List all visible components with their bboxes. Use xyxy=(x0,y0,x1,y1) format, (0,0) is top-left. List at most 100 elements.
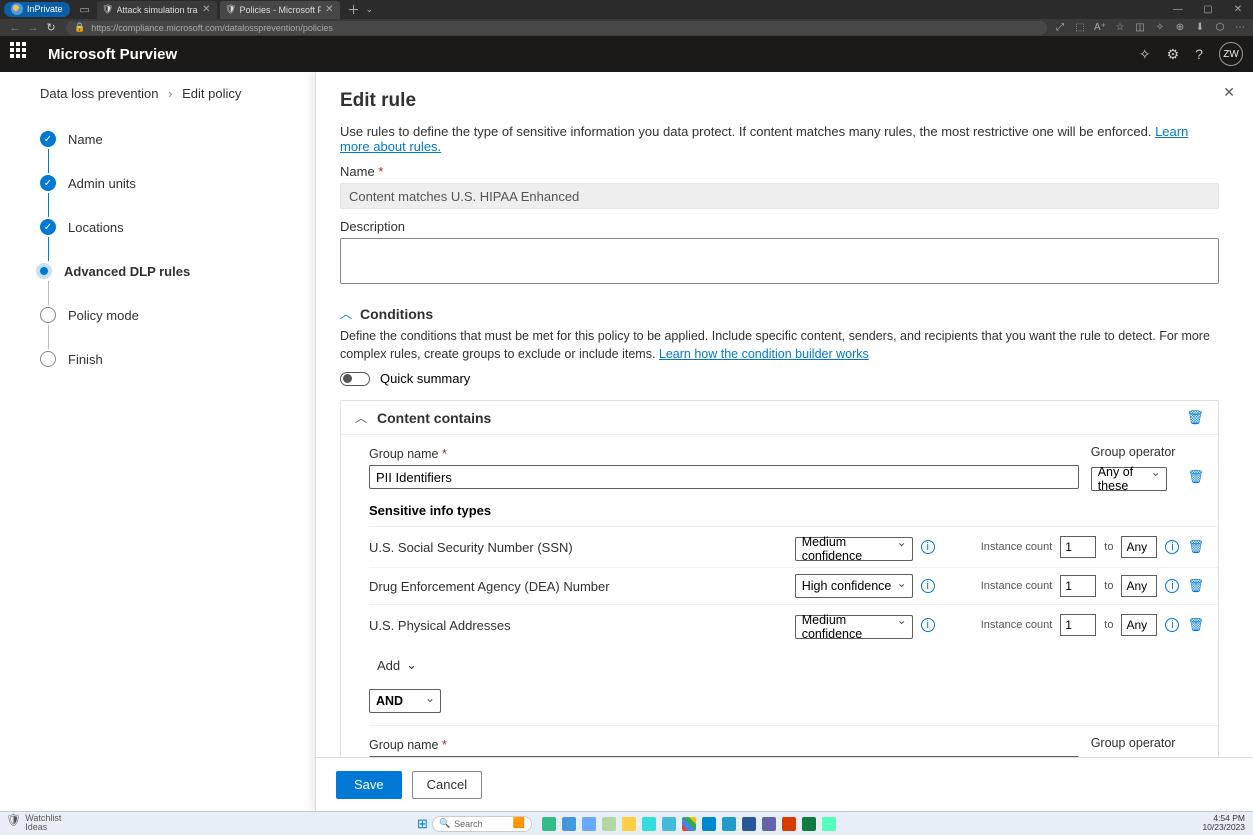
save-button[interactable]: Save xyxy=(336,771,402,799)
reload-button[interactable]: ↻ xyxy=(42,21,60,34)
delete-sit-icon[interactable]: 🗑 xyxy=(1187,578,1204,594)
app-icon[interactable] xyxy=(822,817,836,831)
suite-title: Microsoft Purview xyxy=(48,46,177,63)
tracking-icon[interactable]: ⬚ xyxy=(1073,22,1087,33)
app-icon[interactable] xyxy=(782,817,796,831)
app-icon[interactable] xyxy=(742,817,756,831)
more-icon[interactable]: ⋯ xyxy=(1233,22,1247,33)
tab-overflow-icon[interactable]: ⌄ xyxy=(366,4,374,15)
delete-condition-icon[interactable]: 🗑 xyxy=(1186,409,1204,426)
group-operator-select[interactable]: Any of these xyxy=(1091,467,1167,491)
wizard-step-finish[interactable]: Finish xyxy=(40,349,291,369)
taskbar-widget[interactable]: 🛡 Watchlist Ideas xyxy=(6,814,61,832)
profile-dot-icon xyxy=(11,3,23,15)
favorite-icon[interactable]: ☆ xyxy=(1113,22,1127,33)
tab-actions-icon[interactable]: ▭ xyxy=(76,3,94,16)
delete-group-icon[interactable]: 🗑 xyxy=(1187,469,1204,485)
group-operator-label: Group operator xyxy=(1091,445,1176,459)
browser-tab[interactable]: 🛡 Attack simulation training - Mic ✕ xyxy=(97,1,217,19)
app-icon[interactable] xyxy=(722,817,736,831)
app-icon[interactable] xyxy=(802,817,816,831)
instance-count-label: Instance count xyxy=(981,619,1053,631)
info-icon[interactable]: i xyxy=(921,579,935,593)
instance-max-input[interactable] xyxy=(1121,575,1157,597)
split-icon[interactable]: ◫ xyxy=(1133,22,1147,33)
group-join-select[interactable]: AND xyxy=(369,689,441,713)
info-icon[interactable]: i xyxy=(921,540,935,554)
breadcrumb-root[interactable]: Data loss prevention xyxy=(40,86,159,101)
tab-close-icon[interactable]: ✕ xyxy=(325,4,333,15)
app-icon[interactable] xyxy=(542,817,556,831)
info-icon[interactable]: i xyxy=(921,618,935,632)
window-close-button[interactable]: ✕ xyxy=(1223,1,1253,19)
info-icon[interactable]: i xyxy=(1165,618,1179,632)
address-bar[interactable]: 🔒 https://compliance.microsoft.com/datal… xyxy=(66,21,1047,35)
instance-max-input[interactable] xyxy=(1121,536,1157,558)
sensitive-info-types-header: Sensitive info types xyxy=(369,495,1218,526)
inprivate-label: InPrivate xyxy=(27,4,63,14)
app-icon[interactable] xyxy=(642,817,656,831)
start-button[interactable]: ⊞ xyxy=(417,816,428,832)
tab-close-icon[interactable]: ✕ xyxy=(202,4,210,15)
cancel-button[interactable]: Cancel xyxy=(412,771,482,799)
app-icon[interactable] xyxy=(702,817,716,831)
collections-icon[interactable]: ⊕ xyxy=(1173,22,1187,33)
wizard-step-admin-units[interactable]: ✓ Admin units xyxy=(40,173,291,193)
quick-summary-toggle[interactable] xyxy=(340,372,370,386)
info-icon[interactable]: i xyxy=(1165,579,1179,593)
wizard-step-policy-mode[interactable]: Policy mode xyxy=(40,305,291,325)
app-icon[interactable] xyxy=(622,817,636,831)
confidence-select[interactable]: Medium confidence xyxy=(795,537,913,561)
tab-favicon-icon: 🛡 xyxy=(226,5,236,15)
window-minimize-button[interactable]: ― xyxy=(1163,1,1193,19)
app-icon[interactable] xyxy=(562,817,576,831)
new-tab-button[interactable]: ＋ xyxy=(348,1,360,18)
wizard-step-name[interactable]: ✓ Name xyxy=(40,129,291,149)
app-icon[interactable] xyxy=(682,817,696,831)
app-launcher-icon[interactable] xyxy=(10,42,34,66)
instance-min-input[interactable] xyxy=(1060,614,1096,636)
content-contains-block: ︿ Content contains 🗑 Group name * xyxy=(340,400,1219,757)
confidence-select[interactable]: Medium confidence xyxy=(795,615,913,639)
instance-max-input[interactable] xyxy=(1121,614,1157,636)
settings-gear-icon[interactable]: ⚙ xyxy=(1167,46,1180,63)
zoom-icon[interactable]: ⤢ xyxy=(1053,22,1067,33)
taskbar-clock[interactable]: 4:54 PM 10/23/2023 xyxy=(1202,814,1245,833)
panel-close-button[interactable]: ✕ xyxy=(1223,84,1235,101)
wizard-step-locations[interactable]: ✓ Locations xyxy=(40,217,291,237)
instance-count-label: Instance count xyxy=(981,580,1053,592)
delete-sit-icon[interactable]: 🗑 xyxy=(1187,539,1204,555)
taskbar-search[interactable]: 🔍 Search 🟧 xyxy=(432,816,532,832)
group-name-input[interactable] xyxy=(369,465,1079,489)
delete-sit-icon[interactable]: 🗑 xyxy=(1187,617,1204,633)
conditions-header[interactable]: ︿ Conditions xyxy=(340,305,1219,322)
browser-tab[interactable]: 🛡 Policies - Microsoft Purview ✕ xyxy=(220,1,340,19)
info-icon[interactable]: i xyxy=(1165,540,1179,554)
rule-description-field[interactable] xyxy=(340,238,1219,284)
chevron-up-icon[interactable]: ︿ xyxy=(340,305,352,322)
help-icon[interactable]: ? xyxy=(1195,46,1203,62)
app-icon[interactable] xyxy=(582,817,596,831)
app-icon[interactable] xyxy=(602,817,616,831)
download-icon[interactable]: ⬇ xyxy=(1193,22,1207,33)
content-contains-title: Content contains xyxy=(377,410,491,426)
app-icon[interactable] xyxy=(762,817,776,831)
instance-min-input[interactable] xyxy=(1060,575,1096,597)
panel-footer: Save Cancel xyxy=(316,757,1253,811)
back-button[interactable]: ← xyxy=(6,22,24,34)
confidence-select[interactable]: High confidence xyxy=(795,574,913,598)
taskbar-pinned-apps xyxy=(542,817,836,831)
favorites-bar-icon[interactable]: ✧ xyxy=(1153,22,1167,33)
app-icon[interactable] xyxy=(662,817,676,831)
condition-builder-link[interactable]: Learn how the condition builder works xyxy=(659,347,869,361)
read-aloud-icon[interactable]: A⁺ xyxy=(1093,22,1107,33)
feedback-icon[interactable]: ✧ xyxy=(1139,46,1151,63)
chevron-up-icon[interactable]: ︿ xyxy=(355,409,367,426)
instance-min-input[interactable] xyxy=(1060,536,1096,558)
add-sit-button[interactable]: Add ⌄ xyxy=(369,653,425,677)
extension-icon[interactable]: ⬡ xyxy=(1213,22,1227,33)
wizard-step-advanced-dlp-rules[interactable]: Advanced DLP rules xyxy=(40,261,291,281)
panel-intro: Use rules to define the type of sensitiv… xyxy=(340,124,1219,154)
avatar[interactable]: ZW xyxy=(1219,42,1243,66)
window-maximize-button[interactable]: ▢ xyxy=(1193,1,1223,19)
